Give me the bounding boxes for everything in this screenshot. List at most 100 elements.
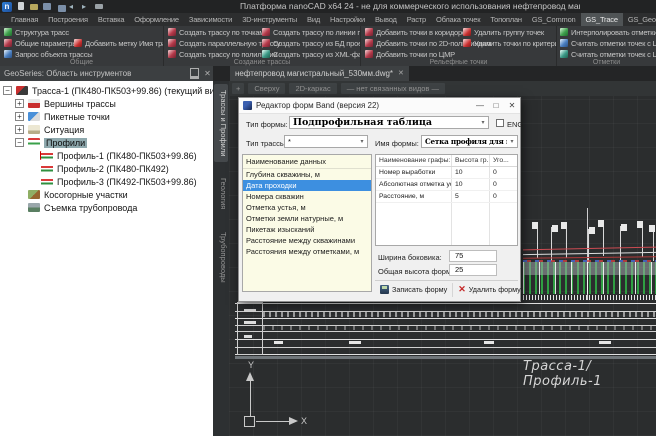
ribbon-tab[interactable]: Вывод xyxy=(370,13,402,26)
list-item[interactable]: Номера скважин xyxy=(243,191,371,202)
maximize-icon[interactable]: □ xyxy=(488,98,504,113)
situation-icon xyxy=(28,125,40,134)
pin-icon[interactable] xyxy=(190,68,199,79)
close-document-icon[interactable]: ✕ xyxy=(398,66,404,81)
list-item[interactable]: Отметка устья, м xyxy=(243,202,371,213)
ribbon-button-route-structure[interactable]: Структура трасс xyxy=(4,27,69,37)
dialog-title-bar[interactable]: Редактор форм Band (версия 22) — □ ✕ xyxy=(239,98,520,114)
graph-table[interactable]: Наименование графы: Высота гр... Уго... … xyxy=(375,154,518,246)
view-direction-button[interactable]: Сверху xyxy=(248,83,285,94)
ribbon-tab[interactable]: Облака точек xyxy=(431,13,485,26)
tree-item-pipeline-survey[interactable]: Съемка трубопровода xyxy=(0,201,213,214)
ribbon-button-route-by-polyline[interactable]: Создать трассу по полилинии xyxy=(168,49,277,59)
route-type-select[interactable]: * ▾ xyxy=(284,135,368,148)
form-type-select[interactable]: Подпрофильная таблица ▾ xyxy=(289,116,489,129)
save-icon[interactable] xyxy=(43,2,52,11)
ribbon-tab[interactable]: Вставка xyxy=(93,13,129,26)
ribbon-button-route-by-points[interactable]: Создать трассу по точкам xyxy=(168,27,264,37)
close-panel-icon[interactable]: ✕ xyxy=(202,69,213,78)
sidebar-width-input[interactable]: 75 xyxy=(449,250,497,262)
print-icon[interactable] xyxy=(95,2,104,11)
tree-item-profile-1[interactable]: Профиль-1 (ПК480-ПК503+99.86) xyxy=(0,149,213,162)
table-row[interactable]: Расстояние, м 5 0 xyxy=(376,191,517,203)
ribbon-tab[interactable]: Топоплан xyxy=(485,13,527,26)
tree-item-vertices[interactable]: + Вершины трассы xyxy=(0,97,213,110)
redo-icon[interactable]: ▸ xyxy=(82,2,91,11)
ribbon-button-add-points-dem[interactable]: Добавить точки по ЦМР xyxy=(365,49,455,59)
dialog-button-bar: Записать форму ✕ Удалить форму xyxy=(375,280,518,298)
save-form-button[interactable]: Записать форму xyxy=(375,283,452,297)
side-tab-geology[interactable]: Геология xyxy=(214,172,228,215)
form-type-label: Тип формы: xyxy=(246,120,288,129)
viewport-control-bar: + Сверху 2D-каркас — нет связанных видов… xyxy=(229,81,656,96)
ribbon-button-read-marks-dem-auto[interactable]: Считать отметки точек с ЦМР авто xyxy=(560,49,656,59)
ribbon-tab[interactable]: Настройки xyxy=(325,13,370,26)
borehole-flag xyxy=(598,220,604,227)
form-height-input[interactable]: 25 xyxy=(449,264,497,276)
close-icon[interactable]: ✕ xyxy=(504,98,520,113)
slope-sections-icon xyxy=(28,190,40,199)
expand-icon[interactable]: + xyxy=(15,112,24,121)
ribbon-tab[interactable]: Главная xyxy=(6,13,43,26)
tree-item-profile-2[interactable]: Профиль-2 (ПК480-ПК492) xyxy=(0,162,213,175)
add-view-button[interactable]: + xyxy=(232,83,244,94)
ribbon-group-label: Создание трассы xyxy=(164,59,360,66)
visual-style-button[interactable]: 2D-каркас xyxy=(289,83,336,94)
tree-item-situation[interactable]: + Ситуация xyxy=(0,123,213,136)
ribbon-button-add-points-corridor[interactable]: Добавить точки в коридоре xyxy=(365,27,466,37)
open-file-icon[interactable] xyxy=(30,2,39,11)
form-name-select[interactable]: Сетка профиля для геологии 1 ▾ xyxy=(421,135,518,148)
tree-item-profile-3[interactable]: Профиль-3 (ПК492-ПК503+99.86) xyxy=(0,175,213,188)
collapse-icon[interactable]: − xyxy=(3,86,12,95)
borehole-flag xyxy=(552,225,558,232)
ribbon-tab[interactable]: GS_Common xyxy=(527,13,581,26)
ribbon-tab[interactable]: Растр xyxy=(402,13,431,26)
list-item[interactable]: Расстояния между отметками, м xyxy=(243,246,371,257)
expand-icon[interactable]: + xyxy=(15,99,24,108)
route-icon xyxy=(16,86,28,95)
eng-checkbox[interactable] xyxy=(496,119,504,127)
document-tab[interactable]: нефтепровод магистральный_530мм.dwg* ✕ xyxy=(230,66,409,81)
ribbon-button-route-from-xml[interactable]: Создать трассу из XML-файла xyxy=(262,49,361,59)
ribbon-tab[interactable]: Вид xyxy=(302,13,325,26)
list-item[interactable]: Расстояние между скважинами xyxy=(243,235,371,246)
expand-icon[interactable]: + xyxy=(15,125,24,134)
list-item[interactable]: Отметки земли натурные, м xyxy=(243,213,371,224)
ribbon-button-add-route-name-label[interactable]: Добавить метку Имя трассы xyxy=(74,38,164,48)
undo-icon[interactable]: ◂ xyxy=(69,2,78,11)
side-tab-routes-profiles[interactable]: Трассы и Профили xyxy=(214,84,228,162)
ribbon-button-interpolate-marks[interactable]: Интерполировать отметки точек xyxy=(560,27,656,37)
profiles-icon xyxy=(28,138,40,147)
ribbon-button-route-from-db[interactable]: Создать трассу из БД проекта xyxy=(262,38,361,48)
collapse-icon[interactable]: − xyxy=(15,138,24,147)
ribbon-tab[interactable]: 3D-инструменты xyxy=(237,13,302,26)
ribbon-tab[interactable]: Построения xyxy=(43,13,93,26)
ribbon-button-common-params[interactable]: Общие параметры xyxy=(4,38,77,48)
ribbon-tab[interactable]: Оформление xyxy=(129,13,184,26)
ribbon-tab[interactable]: GS_Geology xyxy=(623,13,656,26)
new-file-icon[interactable] xyxy=(17,2,26,11)
ribbon-tab-gs-trace[interactable]: GS_Trace xyxy=(581,13,623,26)
tree-item-picket-points[interactable]: + Пикетные точки xyxy=(0,110,213,123)
list-item[interactable]: Пикетаж изысканий xyxy=(243,224,371,235)
ribbon-tab[interactable]: Зависимости xyxy=(184,13,237,26)
list-item[interactable]: Глубина скважины, м xyxy=(243,169,371,180)
delete-form-button[interactable]: ✕ Удалить форму xyxy=(452,283,526,297)
linked-views-button[interactable]: — нет связанных видов — xyxy=(341,83,445,94)
common-params-icon xyxy=(4,39,12,47)
data-name-list[interactable]: Наименование данных Глубина скважины, м … xyxy=(242,154,372,292)
list-item-selected[interactable]: Дата проходки xyxy=(243,180,371,191)
ribbon-button-delete-points-criteria[interactable]: Удалить точки по критериям xyxy=(463,38,557,48)
save-all-icon[interactable] xyxy=(56,2,65,11)
minimize-icon[interactable]: — xyxy=(472,98,488,113)
table-row[interactable]: Абсолютная отметка устья в... 10 0 xyxy=(376,179,517,191)
table-row[interactable]: Номер выработки 10 0 xyxy=(376,167,517,179)
ribbon-button-delete-point-group[interactable]: Удалить группу точек xyxy=(463,27,544,37)
tree-item-profiles[interactable]: − Профили xyxy=(0,136,213,149)
side-tab-pipelines[interactable]: Трубопроводы xyxy=(214,226,228,289)
tree-item-route[interactable]: − Трасса-1 (ПК480-ПК503+99.86) (текущий … xyxy=(0,84,213,97)
ribbon-button-route-query[interactable]: Запрос объекта трассы xyxy=(4,49,92,59)
ribbon-button-route-by-profile-line[interactable]: Создать трассу по линии профиля xyxy=(262,27,361,37)
tree-item-slope-sections[interactable]: Косогорные участки xyxy=(0,188,213,201)
ribbon-button-read-marks-dem[interactable]: Считать отметки точек с ЦМР xyxy=(560,38,656,48)
